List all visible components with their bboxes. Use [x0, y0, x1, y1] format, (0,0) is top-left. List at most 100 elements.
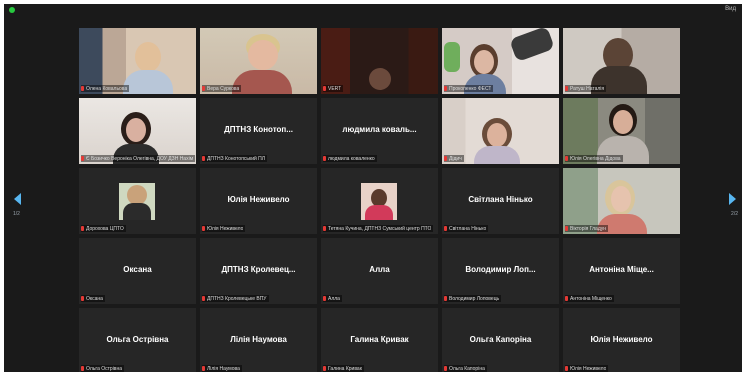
participant-name-label: Володимир Лоповець: [444, 295, 502, 302]
muted-mic-icon: [565, 296, 568, 301]
participant-tile[interactable]: Є Бозичко Вероніка Олегівна, ДОУ ДЗН Нах…: [79, 98, 196, 164]
participant-name-label: Олена Ковальова: [81, 85, 130, 92]
previous-page-arrow-icon[interactable]: [14, 193, 21, 205]
participant-name-label: VERT: [323, 85, 344, 92]
participant-tile[interactable]: ДПТНЗ Конотоп... ДПТНЗ Конотопський ПЛ: [200, 98, 317, 164]
participant-display-name: Лілія Наумова: [230, 335, 287, 344]
participant-name-label: Юлія Олегівна Дідова: [565, 155, 623, 162]
participant-display-name: Алла: [369, 265, 390, 274]
participant-name-label: Ольга Капоріна: [444, 365, 487, 372]
participant-tile[interactable]: Світлана Нінько Світлана Нінько: [442, 168, 559, 234]
profile-picture: [361, 183, 397, 220]
muted-mic-icon: [565, 366, 568, 371]
participant-tile[interactable]: Вікторія Гладун: [563, 168, 680, 234]
top-bar: Вид: [4, 4, 742, 18]
participant-tile[interactable]: Дорохова ЦПТО: [79, 168, 196, 234]
participant-display-name: ДПТНЗ Конотоп...: [224, 125, 293, 134]
participant-tile[interactable]: Галина Кривак Галина Кривак: [321, 308, 438, 372]
participant-name-label: Юлія Неживело: [565, 365, 609, 372]
participant-display-name: Галина Кривак: [350, 335, 409, 344]
participant-tile[interactable]: Лілія Наумова Лілія Наумова: [200, 308, 317, 372]
view-button[interactable]: Вид: [725, 6, 736, 12]
participant-name-label: Дідич: [444, 155, 464, 162]
muted-mic-icon: [202, 86, 205, 91]
participant-name-label: Прокопенко ФЕСТ: [444, 85, 494, 92]
participant-name-label: ДПТНЗ Кролевецьке ВПУ: [202, 295, 269, 302]
participant-display-name: Юлія Неживело: [227, 195, 290, 204]
participant-name-label: Лілія Наумова: [202, 365, 242, 372]
muted-mic-icon: [202, 156, 205, 161]
participant-tile[interactable]: ДПТНЗ Кролевец... ДПТНЗ Кролевецьке ВПУ: [200, 238, 317, 304]
participant-name-label: Ольга Острівна: [81, 365, 125, 372]
participant-name-label: Галина Кривак: [323, 365, 364, 372]
participant-tile[interactable]: Ольга Капоріна Ольга Капоріна: [442, 308, 559, 372]
participant-name-label: людмила коваленко: [323, 155, 377, 162]
participant-display-name: Володимир Лоп...: [465, 265, 536, 274]
participant-name-label: Є Бозичко Вероніка Олегівна, ДОУ ДЗН Нах…: [81, 155, 195, 162]
participant-tile[interactable]: людмила коваль... людмила коваленко: [321, 98, 438, 164]
participant-name-label: Алла: [323, 295, 342, 302]
muted-mic-icon: [323, 226, 326, 231]
participant-tile[interactable]: Ольга Острівна Ольга Острівна: [79, 308, 196, 372]
zoom-meeting-window: Вид 1/2 2/2 Олена Ковальова Вера Суркова: [4, 4, 742, 372]
participant-tile-active-speaker[interactable]: Вера Суркова: [200, 28, 317, 94]
muted-mic-icon: [323, 366, 326, 371]
muted-mic-icon: [202, 366, 205, 371]
muted-mic-icon: [565, 86, 568, 91]
muted-mic-icon: [81, 156, 84, 161]
muted-mic-icon: [444, 366, 447, 371]
participant-name-label: Вера Суркова: [202, 85, 242, 92]
participant-tile[interactable]: Юлія Неживело Юлія Неживело: [563, 308, 680, 372]
participant-tile[interactable]: VERT: [321, 28, 438, 94]
participant-name-label: Дорохова ЦПТО: [81, 225, 126, 232]
participant-name-label: ДПТНЗ Конотопський ПЛ: [202, 155, 268, 162]
participant-name-label: Вікторія Гладун: [565, 225, 608, 232]
participant-name-label: Світлана Нінько: [444, 225, 489, 232]
profile-picture: [119, 183, 155, 220]
participant-name-label: Антоніна Міщенко: [565, 295, 614, 302]
participant-tile[interactable]: Юлія Неживело Юлія Неживело: [200, 168, 317, 234]
participant-tile[interactable]: Алла Алла: [321, 238, 438, 304]
participant-tile[interactable]: Ратуш Наталія: [563, 28, 680, 94]
participant-tile[interactable]: Дідич: [442, 98, 559, 164]
muted-mic-icon: [81, 366, 84, 371]
meeting-info-icon[interactable]: [9, 7, 15, 13]
muted-mic-icon: [444, 86, 447, 91]
muted-mic-icon: [81, 86, 84, 91]
muted-mic-icon: [323, 156, 326, 161]
participant-tile[interactable]: Олена Ковальова: [79, 28, 196, 94]
participant-display-name: людмила коваль...: [342, 125, 417, 134]
gallery-grid: Олена Ковальова Вера Суркова VERT Прокоп…: [79, 28, 683, 372]
participant-display-name: ДПТНЗ Кролевец...: [221, 265, 296, 274]
participant-name-label: Юлія Неживело: [202, 225, 246, 232]
participant-tile[interactable]: Володимир Лоп... Володимир Лоповець: [442, 238, 559, 304]
muted-mic-icon: [444, 226, 447, 231]
participant-display-name: Оксана: [123, 265, 152, 274]
participant-tile[interactable]: Прокопенко ФЕСТ: [442, 28, 559, 94]
muted-mic-icon: [565, 156, 568, 161]
participant-name-label: Тетяна Кучина, ДПТНЗ Сумський центр ПТО: [323, 225, 434, 232]
participant-display-name: Антоніна Міще...: [589, 265, 654, 274]
muted-mic-icon: [323, 296, 326, 301]
muted-mic-icon: [202, 296, 205, 301]
page-indicator-right: 2/2: [731, 211, 738, 217]
muted-mic-icon: [81, 296, 84, 301]
muted-mic-icon: [323, 86, 326, 91]
participant-name-label: Ратуш Наталія: [565, 85, 607, 92]
participant-tile[interactable]: Оксана Оксана: [79, 238, 196, 304]
muted-mic-icon: [202, 226, 205, 231]
next-page-arrow-icon[interactable]: [729, 193, 736, 205]
muted-mic-icon: [81, 226, 84, 231]
participant-name-label: Оксана: [81, 295, 105, 302]
muted-mic-icon: [565, 226, 568, 231]
participant-tile[interactable]: Тетяна Кучина, ДПТНЗ Сумський центр ПТО: [321, 168, 438, 234]
participant-display-name: Ольга Капоріна: [469, 335, 532, 344]
muted-mic-icon: [444, 156, 447, 161]
participant-display-name: Ольга Острівна: [106, 335, 169, 344]
page-indicator-left: 1/2: [13, 211, 20, 217]
participant-display-name: Юлія Неживело: [590, 335, 653, 344]
muted-mic-icon: [444, 296, 447, 301]
participant-tile[interactable]: Юлія Олегівна Дідова: [563, 98, 680, 164]
participant-display-name: Світлана Нінько: [468, 195, 533, 204]
participant-tile[interactable]: Антоніна Міще... Антоніна Міщенко: [563, 238, 680, 304]
